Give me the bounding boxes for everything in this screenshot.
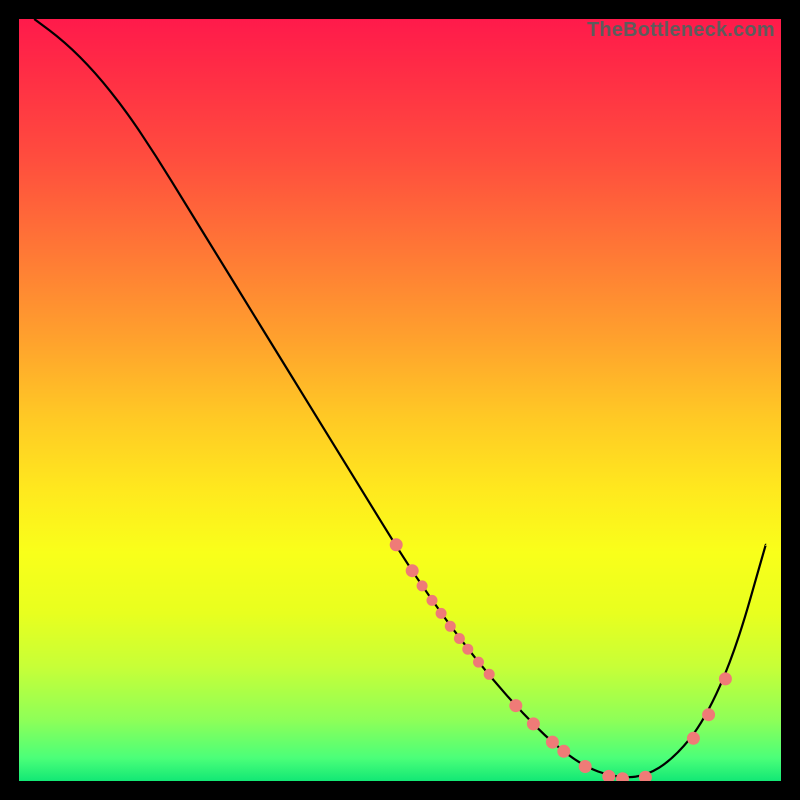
chart-marker (703, 709, 715, 721)
chart-marker (510, 700, 522, 712)
chart-marker (719, 673, 731, 685)
chart-marker (558, 745, 570, 757)
chart-marker (617, 773, 629, 781)
chart-marker (417, 581, 427, 591)
chart-svg (19, 19, 781, 781)
chart-plot-area: TheBottleneck.com (19, 19, 781, 781)
chart-frame: TheBottleneck.com (0, 0, 800, 800)
chart-marker (445, 621, 455, 631)
chart-marker (406, 565, 418, 577)
chart-marker (603, 770, 615, 781)
chart-marker (390, 539, 402, 551)
chart-marker (546, 736, 558, 748)
chart-marker (579, 761, 591, 773)
chart-marker (639, 771, 651, 781)
chart-marker (484, 669, 494, 679)
watermark-text: TheBottleneck.com (587, 19, 775, 42)
chart-marker (474, 657, 484, 667)
chart-marker (463, 644, 473, 654)
chart-markers-group (390, 539, 731, 781)
chart-marker (427, 595, 437, 605)
chart-marker (687, 732, 699, 744)
chart-curve (34, 19, 766, 777)
chart-marker (454, 634, 464, 644)
chart-marker (436, 608, 446, 618)
chart-marker (527, 718, 539, 730)
